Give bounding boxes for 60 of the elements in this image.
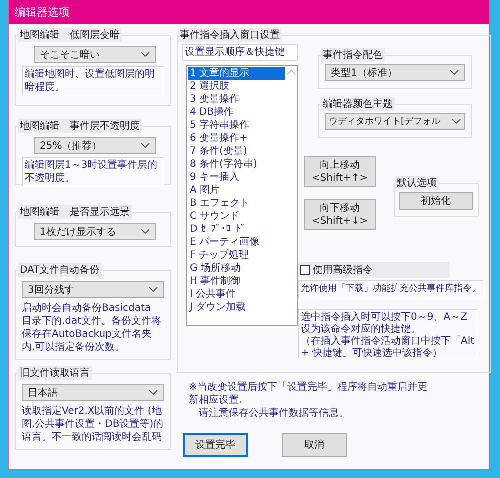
chevron-down-icon (141, 229, 150, 234)
group-label: 默认选项 (395, 176, 439, 190)
checkbox-label: 使用高级指令 (313, 264, 373, 277)
reset-button[interactable]: 初始化 (399, 192, 473, 210)
list-item[interactable]: 5 字符串操作 (188, 119, 285, 132)
list-item[interactable]: 1 文章的显示 (188, 67, 285, 80)
checkbox[interactable] (300, 265, 310, 275)
dropdown[interactable]: 类型1（标准） (325, 64, 465, 81)
dialog-button[interactable]: 取消 (282, 433, 347, 457)
list-item[interactable]: H 事件制御 (188, 275, 285, 288)
dropdown[interactable]: 日本語 (22, 384, 164, 401)
group-label: 旧文件读取语言 (18, 366, 92, 380)
chevron-down-icon (452, 119, 461, 124)
dropdown[interactable]: そこそこ暗い (34, 46, 156, 63)
list-item[interactable]: E パーティ画像 (188, 236, 285, 249)
description-text: 读取指定Ver2.X以前的文件 (地图,公共事件设置・DB设置等)的语言。不一致的话阅读时会乱码 (22, 404, 164, 445)
dropdown[interactable]: 1枚だけ显示する (34, 223, 156, 240)
move-button[interactable]: 向下移动 <Shift+↓> (304, 199, 376, 230)
text-field[interactable]: 设置显示顺序＆快捷键 (182, 44, 298, 61)
list-item[interactable]: 2 選択肢 (188, 80, 285, 93)
dropdown[interactable]: ウディタホワイト[デフォル (325, 113, 465, 130)
list-item[interactable]: B エフェクト (188, 197, 285, 210)
list-item[interactable]: 4 DB操作 (188, 106, 285, 119)
group-label: 地图编辑 是否显示远景 (18, 205, 132, 219)
description-text: 编辑图层1～3时设置事件层的不透明度。 (22, 157, 164, 187)
chevron-down-icon (141, 143, 150, 148)
list-item[interactable]: A 图片 (188, 184, 285, 197)
dropdown[interactable]: 25%（推荐） (34, 137, 156, 154)
dialog-button[interactable]: 设置完毕 (183, 433, 248, 457)
group-label: DAT文件自动备份 (18, 263, 102, 277)
list-item[interactable]: 7 条件(变量) (188, 145, 285, 158)
group-label: 地图编辑 低图层变暗 (18, 28, 122, 42)
list-item[interactable]: C サウンド (188, 210, 285, 223)
group-label: 事件指令配色 (321, 48, 385, 62)
list-item[interactable]: I 公共事件 (188, 288, 285, 301)
list-item[interactable]: J ダウン加载 (188, 301, 285, 314)
description-text: 编辑地图时、设置低图层的明暗程度。 (22, 66, 164, 96)
group-label: 编辑器颜色主题 (321, 97, 395, 111)
note-text: 允许使用「下载」功能扩充公共事件库指令。 (298, 280, 484, 299)
checkbox-row[interactable]: 使用高级指令 (298, 262, 450, 278)
chevron-down-icon (149, 287, 158, 292)
chevron-down-icon (450, 70, 459, 75)
group-label: 事件指令插入窗口设置 (178, 28, 282, 42)
chevron-down-icon (149, 390, 158, 395)
description-text: 启动时会自动备份Basicdata 目录下的.dat文件。备份文件将保存在AutoBackup文件名夹内,可以指定备份次数。 (22, 302, 163, 355)
move-button[interactable]: 向上移动 <Shift+↑> (304, 156, 376, 187)
notice-text: ※当改变设置后按下「设置完毕」程序将自动重启并更新相应设置. 请注意保存公共事件数据等信息。 (189, 381, 428, 420)
group-label: 地图编辑 事件层不透明度 (18, 119, 142, 133)
list-item[interactable]: 6 变量操作+ (188, 132, 285, 145)
window-title: 编辑器选项 (15, 4, 70, 20)
note-text: 选中指令插入时可以按下0～9、A～Z设为该命令对应的快捷键。 （在插入事件指令活动窗口中按下「Alt + 快捷键」可快速选中该指令） (298, 309, 478, 359)
list-item[interactable]: F チップ処理 (188, 249, 285, 262)
list-item[interactable]: 8 条件(字符串) (188, 158, 285, 171)
list-item[interactable]: D ｾｰﾌﾞ･ﾛｰﾄﾞ (188, 223, 285, 236)
chevron-down-icon (141, 52, 150, 57)
list-item[interactable]: 9 キー插入 (188, 171, 285, 184)
list-item[interactable]: G 场所移动 (188, 262, 285, 275)
list-item[interactable]: 3 变量操作 (188, 93, 285, 106)
chevron-up-icon[interactable] (287, 70, 296, 75)
dropdown[interactable]: 3回分残す (22, 281, 164, 298)
